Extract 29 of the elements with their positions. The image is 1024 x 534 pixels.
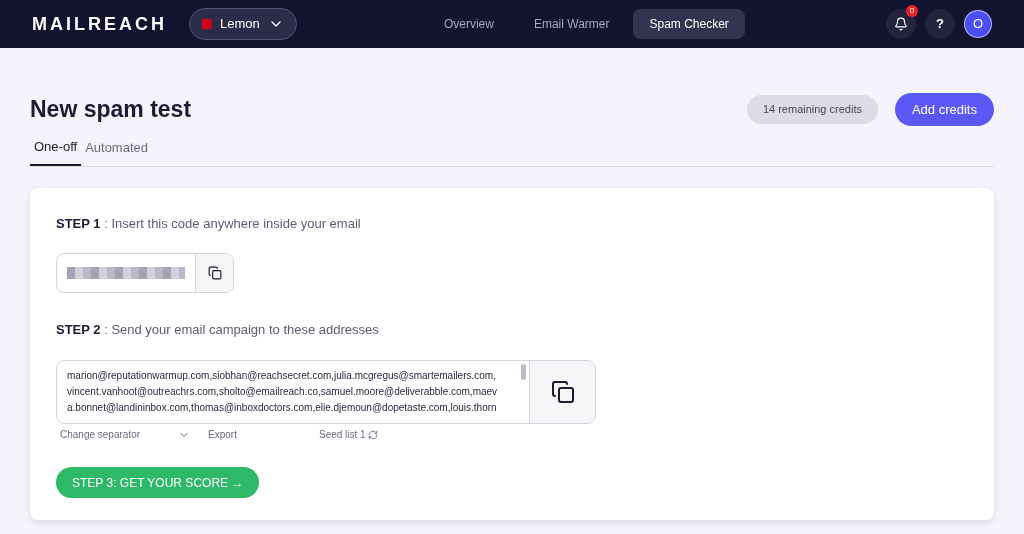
page-title: New spam test xyxy=(30,95,192,124)
scrollbar-thumb xyxy=(521,364,526,380)
nav-tab[interactable]: Spam Checker xyxy=(633,9,745,39)
copy-addresses-button[interactable] xyxy=(529,361,595,423)
refresh-icon xyxy=(367,429,378,440)
add-credits-button[interactable]: Add credits xyxy=(894,92,994,126)
address-line: vincent.vanhoot@outreachrs.com,sholto@emailreach.co,samuel.moore@deliverabble.com,maev xyxy=(67,385,499,399)
code-field[interactable] xyxy=(56,252,234,293)
notification-badge: 0 xyxy=(906,5,918,17)
nav-tab[interactable]: Overview xyxy=(427,9,510,39)
seed-list-button[interactable]: Seed list 1 xyxy=(318,427,378,442)
help-button[interactable]: ? xyxy=(925,9,955,39)
copy-icon xyxy=(207,265,222,280)
copy-button[interactable] xyxy=(195,253,233,292)
tab[interactable]: One-off xyxy=(30,130,82,166)
credits-badge: 14 remaining credits xyxy=(746,95,878,124)
separator-dropdown[interactable]: Change separator xyxy=(60,427,191,442)
bell-icon xyxy=(894,17,908,31)
avatar[interactable]: O xyxy=(964,10,992,38)
account-dropdown[interactable]: Lemon xyxy=(189,8,297,40)
logo: MAILREACH xyxy=(32,12,167,36)
copy-icon xyxy=(550,380,575,404)
tab[interactable]: Automated xyxy=(81,130,152,166)
step-two-text: STEP 2 : Send your email campaign to these addresses xyxy=(56,320,380,339)
nav-tab[interactable]: Email Warmer xyxy=(517,9,626,39)
export-link[interactable]: Export xyxy=(208,427,237,442)
address-line: a.bonnet@landininbox.com,thomas@inboxdoctors.com,elie.djemoun@dopetaste.com,louis.thorn xyxy=(67,401,498,415)
step-one-text: STEP 1 : Insert this code anywhere inside your email xyxy=(56,215,362,233)
address-line: marion@reputationwarmup.com,siobhan@reachsecret.com,julia.mcgregus@smartemailers.com, xyxy=(67,369,497,383)
